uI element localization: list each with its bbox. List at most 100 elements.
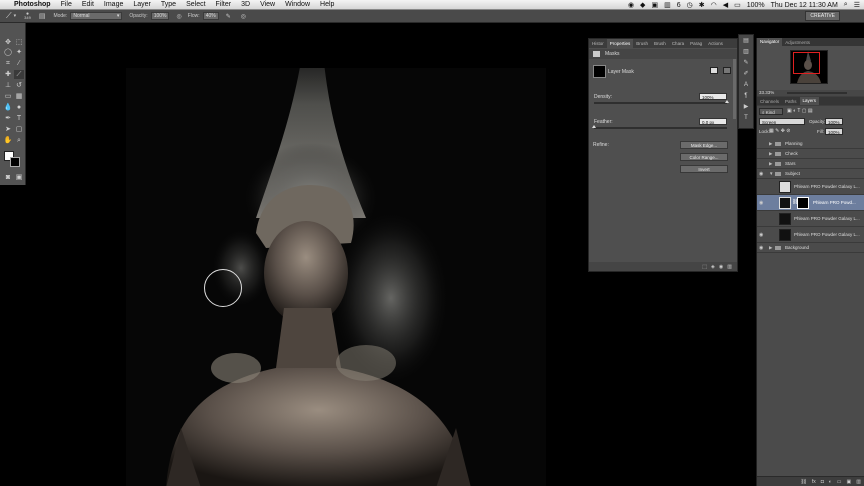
dodge-tool-icon[interactable]: ● xyxy=(14,103,24,112)
brush-tool-menu-icon[interactable]: ▾ xyxy=(14,13,17,19)
menu-type[interactable]: Type xyxy=(161,1,176,8)
history-brush-tool-icon[interactable]: ↺ xyxy=(14,81,24,90)
menu-image[interactable]: Image xyxy=(104,1,123,8)
layer-group-background[interactable]: ◉ ▶ Background xyxy=(757,243,864,253)
tab-character[interactable]: Chara xyxy=(669,41,687,46)
mask-edge-button[interactable]: Mask Edge... xyxy=(680,141,728,149)
blend-mode-select[interactable]: Screen xyxy=(759,118,805,125)
eye-icon[interactable]: ◉ xyxy=(759,200,766,206)
eye-icon[interactable]: ◉ xyxy=(759,245,766,251)
menu-view[interactable]: View xyxy=(260,1,275,8)
menu-layer[interactable]: Layer xyxy=(133,1,151,8)
eyedropper-tool-icon[interactable]: ⁄ xyxy=(14,59,24,68)
menu-select[interactable]: Select xyxy=(186,1,205,8)
layer-powder-1[interactable]: Phlearn PRO Powder Galaxy L... xyxy=(757,179,864,195)
selection-from-mask-icon[interactable]: ⬚ xyxy=(702,264,707,270)
magic-wand-tool-icon[interactable]: ✦ xyxy=(14,48,24,57)
background-color-swatch[interactable] xyxy=(10,157,20,167)
status-icon-d[interactable]: ▥ xyxy=(664,1,671,9)
pressure-size-icon[interactable]: ◎ xyxy=(241,13,246,20)
battery-icon[interactable]: ▭ xyxy=(734,1,741,9)
density-slider[interactable] xyxy=(594,100,729,104)
visibility-toggle[interactable] xyxy=(759,161,766,167)
tab-properties[interactable]: Properties xyxy=(606,39,634,48)
density-slider-thumb[interactable] xyxy=(725,100,729,103)
wifi-icon[interactable]: ◠ xyxy=(711,1,717,9)
lock-icons[interactable]: ▦ ✎ ✥ ⊘ xyxy=(769,128,790,135)
actions-panel-icon[interactable]: ▶ xyxy=(739,102,753,112)
invert-button[interactable]: Invert xyxy=(680,165,728,173)
lasso-tool-icon[interactable]: ◯ xyxy=(3,48,13,57)
navigator-view-box[interactable] xyxy=(793,52,820,74)
gradient-tool-icon[interactable]: ▦ xyxy=(14,92,24,101)
volume-icon[interactable]: ◀ xyxy=(723,1,728,9)
status-icon-a[interactable]: ◉ xyxy=(628,1,634,9)
folder-icon[interactable]: ▭ xyxy=(837,479,842,485)
color-range-button[interactable]: Color Range... xyxy=(680,153,728,161)
opacity-field[interactable]: 100% xyxy=(150,12,170,20)
status-icon-c[interactable]: ▣ xyxy=(651,1,658,9)
history-panel-icon[interactable]: ▤ xyxy=(739,36,753,46)
layer-powder-2[interactable]: ◉ ⛓ Phlearn PRO Powd... xyxy=(757,195,864,211)
visibility-toggle[interactable] xyxy=(759,151,766,157)
brush-presets-panel-icon[interactable]: ✐ xyxy=(739,69,753,79)
tab-adjustments[interactable]: Adjustments xyxy=(782,40,813,45)
filter-icons[interactable]: ▣ ◐ T ▢ ▤ xyxy=(787,108,813,115)
zoom-level[interactable]: 33.33% xyxy=(759,90,774,95)
menu-app-name[interactable]: Photoshop xyxy=(14,1,51,8)
mask-icon[interactable]: ◘ xyxy=(821,479,824,485)
menu-3d[interactable]: 3D xyxy=(241,1,250,8)
notifications-icon[interactable]: ☰ xyxy=(854,1,860,9)
pixel-mask-icon[interactable] xyxy=(710,67,718,74)
eye-icon[interactable]: ◉ xyxy=(759,232,766,238)
layer-mask-thumbnail[interactable] xyxy=(797,197,809,209)
expand-caret-icon[interactable]: ▶ xyxy=(769,243,772,253)
delete-mask-icon[interactable]: ▥ xyxy=(727,264,732,270)
feather-slider-thumb[interactable] xyxy=(592,125,596,128)
bluetooth-icon[interactable]: ✱ xyxy=(699,1,705,9)
tab-paths[interactable]: Paths xyxy=(782,99,800,104)
layer-group-stars[interactable]: ▶ Stars xyxy=(757,159,864,169)
menu-help[interactable]: Help xyxy=(320,1,334,8)
expand-caret-icon[interactable]: ▶ xyxy=(769,139,772,149)
marquee-tool-icon[interactable]: ⬚ xyxy=(14,38,24,47)
tab-channels[interactable]: Channels xyxy=(757,99,782,104)
clock[interactable]: Thu Dec 12 11:30 AM xyxy=(771,2,838,9)
feather-slider[interactable] xyxy=(592,125,727,129)
blur-tool-icon[interactable]: 💧 xyxy=(3,103,13,112)
battery-percent[interactable]: 100% xyxy=(747,2,765,9)
zoom-slider[interactable] xyxy=(787,92,847,94)
layer-filter-select[interactable]: ⌕ Kind xyxy=(759,108,783,115)
eraser-tool-icon[interactable]: ▭ xyxy=(3,92,13,101)
time-machine-icon[interactable]: ◷ xyxy=(687,1,693,9)
layer-group-check[interactable]: ▶ Check xyxy=(757,149,864,159)
tab-navigator[interactable]: Navigator xyxy=(757,38,783,46)
tab-actions[interactable]: Actions xyxy=(705,41,726,46)
stamp-tool-icon[interactable]: ⊥ xyxy=(3,81,13,90)
type-tool-icon[interactable]: T xyxy=(14,114,24,123)
flow-field[interactable]: 40% xyxy=(202,12,219,20)
zoom-tool-icon[interactable]: ⌕ xyxy=(14,136,24,145)
brush-panel-icon[interactable]: ✎ xyxy=(739,58,753,68)
healing-tool-icon[interactable]: ✚ xyxy=(3,70,13,79)
fx-icon[interactable]: fx xyxy=(812,479,816,485)
fill-field[interactable]: 100% xyxy=(825,128,843,135)
shape-tool-icon[interactable]: ▢ xyxy=(14,125,24,134)
apply-mask-icon[interactable]: ◈ xyxy=(711,264,715,270)
path-selection-tool-icon[interactable]: ➤ xyxy=(3,125,13,134)
paragraph-panel-icon[interactable]: ¶ xyxy=(739,91,753,101)
expand-caret-icon[interactable]: ▼ xyxy=(769,169,773,179)
visibility-toggle[interactable] xyxy=(759,216,766,222)
visibility-toggle[interactable] xyxy=(759,184,766,190)
layer-opacity-field[interactable]: 100% xyxy=(825,118,843,125)
properties-scrollbar[interactable] xyxy=(733,59,736,119)
layer-group-subject[interactable]: ◉ ▼ Subject xyxy=(757,169,864,179)
tab-brush-presets[interactable]: Brush xyxy=(651,41,669,46)
quick-mask-icon[interactable]: ◙ xyxy=(3,173,13,182)
hand-tool-icon[interactable]: ✋ xyxy=(3,136,13,145)
brush-panel-icon[interactable]: ▤ xyxy=(39,12,46,20)
adjustment-icon[interactable]: ◐ xyxy=(829,479,832,485)
brush-tool-icon[interactable]: ⟋ xyxy=(14,70,24,79)
density-field[interactable]: 100% xyxy=(699,93,727,100)
crop-tool-icon[interactable]: ⌗ xyxy=(3,59,13,68)
